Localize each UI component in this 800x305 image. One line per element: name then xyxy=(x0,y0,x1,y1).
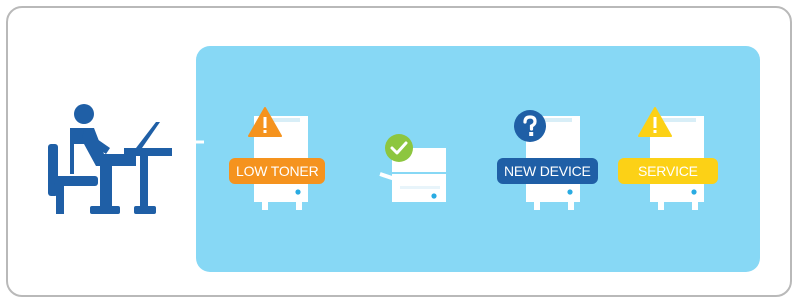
warning-triangle-icon xyxy=(638,107,672,137)
question-circle-icon xyxy=(514,110,546,142)
status-badge-service: SERVICE xyxy=(618,158,718,184)
status-badge-low-toner: LOW TONER xyxy=(229,158,326,184)
warning-triangle-icon xyxy=(248,107,282,137)
check-circle-icon xyxy=(385,134,413,162)
person-at-laptop-icon xyxy=(48,104,204,214)
status-badge-new-device: NEW DEVICE xyxy=(497,158,598,184)
